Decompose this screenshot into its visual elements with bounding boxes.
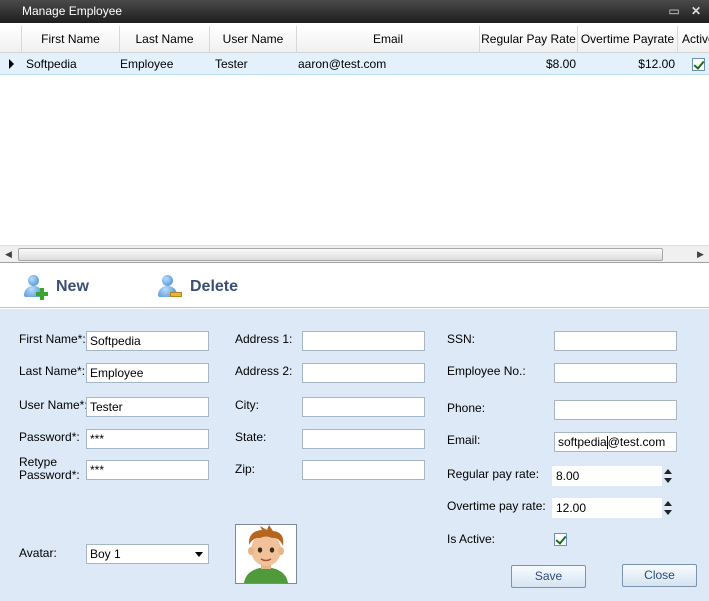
active-checkbox[interactable] — [692, 58, 705, 72]
overtime-pay-field[interactable]: 12.00 — [552, 498, 662, 518]
overtime-pay-label: Overtime pay rate: — [447, 499, 546, 513]
new-label: New — [56, 278, 89, 295]
city-field[interactable] — [302, 397, 425, 417]
table-row[interactable]: Softpedia Employee Tester aaron@test.com… — [0, 53, 709, 75]
address1-field[interactable] — [302, 331, 425, 351]
column-header-active[interactable]: Active — [678, 26, 709, 53]
retype-password-label-line2: Password*: — [19, 468, 80, 482]
password-field[interactable]: *** — [86, 429, 209, 449]
spin-up-icon[interactable] — [664, 501, 672, 506]
ssn-label: SSN: — [447, 332, 476, 346]
employee-no-field[interactable] — [554, 363, 677, 383]
phone-field[interactable] — [554, 400, 677, 420]
employee-form: First Name*: Softpedia Last Name*: Emplo… — [0, 309, 709, 601]
cell-overtime-pay[interactable]: $12.00 — [578, 53, 675, 75]
employee-grid: First Name Last Name User Name Email Reg… — [0, 23, 709, 263]
column-header-regular-pay-rate[interactable]: Regular Pay Rate — [480, 26, 578, 53]
chevron-down-icon — [195, 552, 203, 557]
email-text-after-caret: @test.com — [607, 435, 666, 449]
overtime-pay-stepper[interactable] — [662, 498, 674, 518]
is-active-label: Is Active: — [447, 532, 496, 546]
city-label: City: — [235, 398, 259, 412]
email-text-before-caret: softpedia — [558, 435, 607, 449]
employee-no-label: Employee No.: — [447, 364, 526, 378]
scroll-left-icon[interactable]: ◀ — [0, 246, 17, 262]
retype-password-field[interactable]: *** — [86, 460, 209, 480]
window-title: Manage Employee — [22, 4, 123, 18]
cell-user-name[interactable]: Tester — [215, 53, 295, 75]
close-button[interactable]: Close — [622, 564, 697, 587]
cell-regular-pay[interactable]: $8.00 — [480, 53, 576, 75]
is-active-checkbox[interactable] — [554, 533, 567, 546]
remove-user-icon — [156, 274, 182, 300]
delete-label: Delete — [190, 278, 239, 295]
horizontal-scrollbar[interactable]: ◀ ▶ — [0, 245, 709, 262]
first-name-field[interactable]: Softpedia — [86, 331, 209, 351]
cell-email[interactable]: aaron@test.com — [298, 53, 478, 75]
column-header-email[interactable]: Email — [297, 26, 480, 53]
last-name-field[interactable]: Employee — [86, 363, 209, 383]
regular-pay-field[interactable]: 8.00 — [552, 466, 662, 486]
column-header-first-name[interactable]: First Name — [22, 26, 120, 53]
avatar-select[interactable]: Boy 1 — [86, 544, 209, 564]
close-icon[interactable]: ✕ — [688, 3, 704, 19]
column-header-user-name[interactable]: User Name — [210, 26, 297, 53]
last-name-label: Last Name*: — [19, 364, 86, 378]
toolbar: New Delete — [0, 264, 709, 308]
cell-active[interactable] — [692, 53, 708, 75]
ssn-field[interactable] — [554, 331, 677, 351]
avatar-select-value: Boy 1 — [90, 547, 121, 561]
maximize-icon[interactable]: ▭ — [666, 3, 682, 19]
avatar-image — [235, 524, 297, 584]
user-name-field[interactable]: Tester — [86, 397, 209, 417]
spin-down-icon[interactable] — [664, 510, 672, 515]
save-button[interactable]: Save — [511, 565, 586, 588]
phone-label: Phone: — [447, 401, 486, 415]
new-button[interactable]: New — [22, 274, 89, 300]
column-header-last-name[interactable]: Last Name — [120, 26, 210, 53]
add-user-icon — [22, 274, 48, 300]
regular-pay-stepper[interactable] — [662, 466, 674, 486]
state-field[interactable] — [302, 429, 425, 449]
zip-field[interactable] — [302, 460, 425, 480]
first-name-label: First Name*: — [19, 332, 86, 346]
cell-first-name[interactable]: Softpedia — [26, 53, 118, 75]
scroll-right-icon[interactable]: ▶ — [692, 246, 709, 262]
regular-pay-label: Regular pay rate: — [447, 467, 540, 481]
spin-down-icon[interactable] — [664, 478, 672, 483]
title-bar: Manage Employee ▭ ✕ — [0, 0, 709, 23]
delete-button[interactable]: Delete — [156, 274, 238, 300]
avatar-label: Avatar: — [19, 546, 57, 560]
password-label: Password*: — [19, 430, 80, 444]
scrollbar-thumb[interactable] — [18, 248, 663, 261]
address2-field[interactable] — [302, 363, 425, 383]
column-header-overtime-payrate[interactable]: Overtime Payrate — [578, 26, 678, 53]
row-header-corner — [0, 26, 22, 53]
state-label: State: — [235, 430, 267, 444]
address1-label: Address 1: — [235, 332, 293, 346]
spin-up-icon[interactable] — [664, 469, 672, 474]
cell-last-name[interactable]: Employee — [120, 53, 208, 75]
grid-header: First Name Last Name User Name Email Reg… — [0, 26, 709, 53]
email-label: Email: — [447, 433, 481, 447]
user-name-label: User Name*: — [19, 398, 88, 412]
zip-label: Zip: — [235, 462, 256, 476]
current-row-indicator-icon — [9, 59, 14, 69]
email-field[interactable]: softpedia@test.com — [554, 432, 677, 452]
address2-label: Address 2: — [235, 364, 293, 378]
